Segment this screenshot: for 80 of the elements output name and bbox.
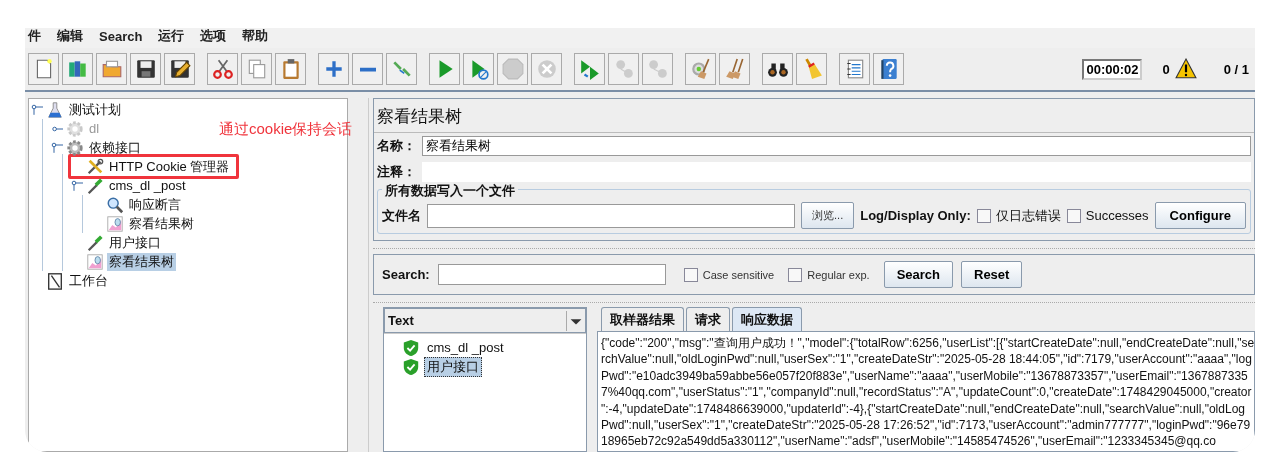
field-label: 文件名 (382, 206, 421, 225)
checkbox[interactable] (1066, 208, 1081, 223)
menu-item[interactable]: Search (99, 28, 143, 44)
tab[interactable]: 响应数据 (732, 307, 802, 331)
response-line: 7%40qq.com","userStatus":"1","companyId":null,"recordStatus":"A","updateCount":0,"createDate":1748429045000,"creator (601, 384, 1251, 401)
response-line: ":-4,"updateDate":1748486639000,"updaterId":-4},{"startCreateDate":null,"endCreateDate":null,"searchValue":null,"oldLog (601, 400, 1246, 418)
stop-icon (501, 58, 524, 80)
tools-icon (86, 157, 104, 176)
checkbox-label: Successes (1085, 208, 1149, 223)
group-title: 所有数据写入一个文件 (382, 182, 518, 200)
menu-item[interactable]: 件 (28, 28, 41, 45)
toolbar-button[interactable] (130, 53, 161, 85)
checkbox[interactable] (788, 267, 803, 282)
flask-icon (46, 100, 64, 119)
scissors-icon (211, 58, 234, 80)
folder-icon (100, 58, 123, 80)
menu-item[interactable]: 运行 (158, 28, 185, 45)
toolbar-button[interactable] (762, 53, 793, 85)
tab[interactable]: 取样器结果 (601, 307, 684, 331)
annotation-note: 通过cookie保持会话 (219, 120, 353, 139)
field-label: 注释： (377, 163, 416, 181)
toolbar-button[interactable] (873, 53, 904, 85)
books-icon (66, 58, 89, 80)
magnifier-icon (106, 195, 124, 214)
pipette-icon (86, 233, 104, 252)
browse-button[interactable]: 浏览... (801, 202, 855, 229)
double-play-icon (578, 58, 601, 80)
menu-item[interactable]: 选项 (200, 28, 227, 45)
tree-item[interactable]: 测试计划 (67, 100, 123, 119)
configure-button[interactable]: Configure (1154, 202, 1246, 229)
response-line: Pwd":null,"userSex":"1","createDateStr":"2025-05-28 17:26:52","id":7173,"userAccount":"admin777777","loginPwd":"96e79 (601, 417, 1251, 434)
tree-item[interactable]: 察看结果树 (127, 214, 196, 233)
floppy-icon (134, 58, 157, 80)
close-circle-icon (535, 58, 558, 80)
tree-item[interactable]: 察看结果树 (107, 252, 176, 271)
result-item[interactable]: 用户接口 (424, 356, 482, 377)
gear-icon (66, 119, 84, 138)
floppy-pencil-icon (168, 58, 191, 80)
response-line: Pwd":"e10adc3949ba59abbe56e057f20f883e","userName":"aaaa","userMobile":"13678873357","userEmail":"1367887335 (601, 367, 1249, 385)
checkbox[interactable] (683, 267, 698, 282)
chart-icon (106, 214, 124, 233)
thread-count: 0 / 1 (1223, 61, 1249, 77)
gear-icon (66, 138, 84, 157)
checkbox-label: Case sensitive (702, 268, 775, 281)
search-field[interactable] (437, 264, 666, 285)
panel-title: 察看结果树 (374, 99, 1254, 133)
name-field[interactable]: 察看结果树 (422, 136, 1251, 156)
tree-item[interactable]: 工作台 (67, 271, 110, 290)
tree-item[interactable]: 响应断言 (127, 195, 183, 214)
menu-item[interactable]: 帮助 (242, 28, 269, 45)
brooms-icon (723, 58, 746, 80)
tree-item[interactable]: cms_dl _post (107, 178, 188, 193)
search-bar-button[interactable]: Reset (961, 261, 1023, 288)
minus-icon (359, 66, 376, 72)
field-label: 名称： (377, 137, 416, 155)
warning-count: 0 (1162, 61, 1170, 77)
result-item[interactable]: cms_dl _post (424, 340, 507, 355)
nodes-icon (646, 58, 669, 80)
tree-item[interactable]: HTTP Cookie 管理器 (107, 157, 232, 176)
response-line: rchValue":null,"oldLoginPwd":null,"userSex":"1","createDateStr":"2025-05-28 18:44:05","id":7179,"userAccount":"aaaa","log (601, 351, 1251, 368)
renderer-dropdown[interactable]: Text (384, 308, 586, 333)
warning-icon (1173, 58, 1198, 80)
tab[interactable]: 请求 (686, 307, 730, 331)
filename-field[interactable] (427, 203, 796, 228)
option-label: Log/Display Only: (860, 208, 971, 223)
menu-item[interactable]: 编辑 (57, 28, 83, 45)
tree-item[interactable]: 用户接口 (107, 233, 163, 252)
checkbox-label: 仅日志错误 (995, 206, 1061, 225)
chart-icon (86, 252, 104, 271)
elapsed-time: 00:00:02 (1082, 58, 1143, 80)
broom-gear-icon (689, 58, 712, 80)
checkbox-label: Regular exp. (807, 268, 870, 281)
checkbox[interactable] (976, 208, 991, 223)
toolbar-button[interactable] (164, 53, 195, 85)
field-label: Search: (382, 267, 430, 282)
tree-item[interactable]: 依赖接口 (87, 138, 143, 157)
search-bar-button[interactable]: Search (883, 261, 953, 288)
pipette-icon (86, 176, 104, 195)
notebook-icon (46, 271, 64, 290)
response-line: 18965eb72c92a549dd5a330112","userName":"adsf","userMobile":"14585474526","userEmail":"1233345345@qq.co (601, 433, 1217, 450)
